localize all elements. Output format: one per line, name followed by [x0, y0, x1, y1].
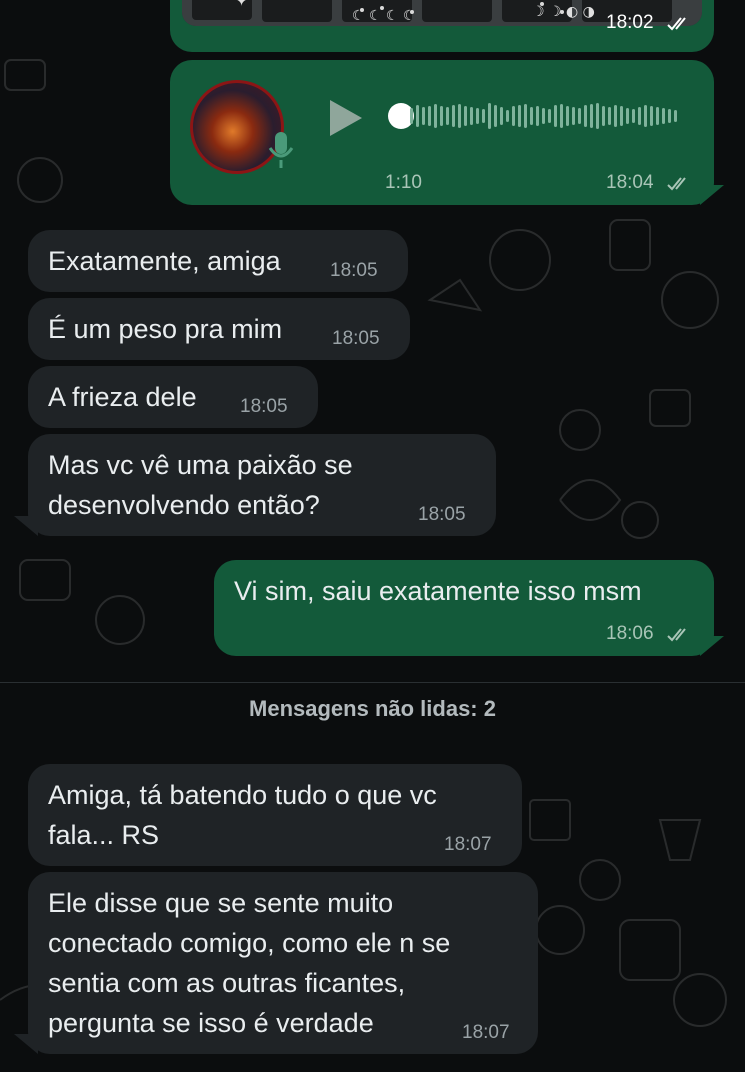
message-text: Mas vc vê uma paixão se desenvolvendo en…	[48, 450, 353, 520]
waveform-bar	[428, 106, 431, 126]
waveform-bar	[446, 107, 449, 125]
waveform-bar	[608, 107, 611, 125]
waveform-bar	[452, 105, 455, 127]
waveform-bar	[602, 106, 605, 126]
waveform-bar	[482, 109, 485, 123]
read-ticks-icon	[667, 628, 686, 642]
waveform-bar	[500, 107, 503, 125]
outgoing-message[interactable]: Vi sim, saiu exatamente isso msm 18:06	[214, 560, 714, 656]
waveform-bar	[566, 106, 569, 126]
incoming-message[interactable]: Ele disse que se sente muito conectado c…	[28, 872, 538, 1054]
waveform-bar	[590, 104, 593, 128]
read-ticks-icon	[667, 177, 686, 191]
play-icon[interactable]	[326, 98, 366, 138]
waveform-bar	[458, 104, 461, 128]
waveform-bar	[572, 107, 575, 125]
message-time: 18:04	[606, 172, 654, 193]
waveform-bar	[548, 109, 551, 123]
waveform-bar	[626, 108, 629, 124]
waveform-bar	[434, 104, 437, 128]
waveform-bar	[644, 105, 647, 127]
message-time: 18:06	[606, 623, 654, 644]
bubble-tail	[14, 516, 38, 536]
waveform-bar	[422, 107, 425, 125]
voice-duration: 1:10	[385, 172, 422, 193]
message-time: 18:05	[330, 260, 378, 281]
waveform-bar	[536, 106, 539, 126]
waveform-bar	[584, 105, 587, 127]
waveform-bar	[464, 106, 467, 126]
message-time: 18:07	[462, 1022, 510, 1043]
waveform-bar	[662, 108, 665, 124]
waveform-bar	[410, 108, 413, 124]
waveform-bar	[440, 106, 443, 126]
bubble-tail	[700, 636, 724, 656]
image-message-bubble[interactable]: ✦ ☾ ☾ ☾ ☾ ☽ ☽ ◐ ◑ 18:02	[170, 0, 714, 52]
waveform-bar	[416, 105, 419, 127]
voice-waveform[interactable]	[410, 98, 685, 134]
waveform-bar	[476, 108, 479, 124]
waveform-bar	[632, 109, 635, 123]
waveform-bar	[518, 105, 521, 127]
svg-text:☽ ☽ ◐ ◑: ☽ ☽ ◐ ◑	[532, 4, 595, 20]
waveform-bar	[596, 103, 599, 129]
waveform-bar	[620, 106, 623, 126]
message-text: Ele disse que se sente muito conectado c…	[48, 888, 451, 1038]
waveform-bar	[542, 108, 545, 124]
message-text: É um peso pra mim	[48, 314, 283, 344]
waveform-bar	[638, 107, 641, 125]
message-time: 18:02	[606, 12, 654, 33]
message-time: 18:05	[240, 396, 288, 417]
voice-message-bubble[interactable]: 1:10 18:04	[170, 60, 714, 205]
message-text: Exatamente, amiga	[48, 246, 281, 276]
waveform-bar	[506, 110, 509, 122]
incoming-message[interactable]: A frieza dele 18:05	[28, 366, 318, 428]
unread-messages-label: Mensagens não lidas: 2	[249, 696, 496, 721]
waveform-bar	[614, 105, 617, 127]
message-text: Vi sim, saiu exatamente isso msm	[234, 576, 642, 606]
waveform-bar	[488, 103, 491, 129]
message-text: Amiga, tá batendo tudo o que vc fala... …	[48, 780, 437, 850]
incoming-message[interactable]: Amiga, tá batendo tudo o que vc fala... …	[28, 764, 522, 866]
waveform-bar	[668, 109, 671, 123]
waveform-bar	[470, 107, 473, 125]
incoming-message[interactable]: Exatamente, amiga 18:05	[28, 230, 408, 292]
waveform-bar	[560, 104, 563, 128]
message-time: 18:05	[332, 328, 380, 349]
message-time: 18:07	[444, 834, 492, 855]
incoming-message[interactable]: Mas vc vê uma paixão se desenvolvendo en…	[28, 434, 496, 536]
waveform-bar	[524, 104, 527, 128]
svg-text:☾ ☾ ☾ ☾: ☾ ☾ ☾ ☾	[352, 8, 416, 24]
unread-divider-line	[0, 682, 745, 683]
waveform-bar	[656, 107, 659, 125]
message-text: A frieza dele	[48, 382, 197, 412]
svg-text:✦: ✦	[234, 0, 249, 11]
message-time: 18:05	[418, 504, 466, 525]
bubble-tail	[14, 1034, 38, 1054]
microphone-icon	[268, 132, 294, 168]
waveform-bar	[578, 108, 581, 124]
waveform-bar	[650, 106, 653, 126]
waveform-bar	[494, 105, 497, 127]
incoming-message[interactable]: É um peso pra mim 18:05	[28, 298, 410, 360]
waveform-bar	[674, 110, 677, 122]
waveform-bar	[554, 105, 557, 127]
waveform-bar	[530, 107, 533, 125]
bubble-tail	[700, 185, 724, 205]
read-ticks-icon	[667, 17, 686, 31]
waveform-bar	[512, 106, 515, 126]
